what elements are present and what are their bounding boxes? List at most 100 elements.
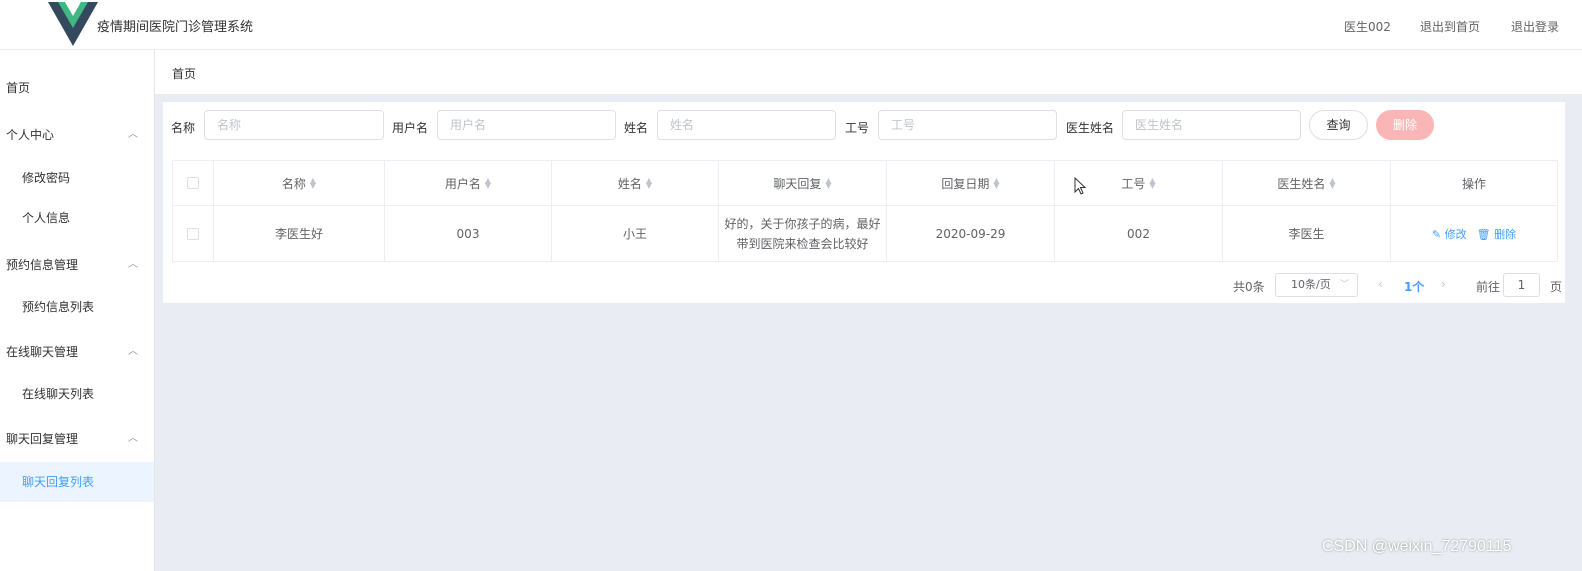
column-header-label: 工号 (1121, 176, 1146, 191)
doctor-name-label: 医生姓名 (1066, 121, 1115, 135)
column-header-username[interactable]: 用户名 ▲ ▼ (385, 161, 552, 205)
reply-text: 好的，关于你孩子的病，最好带到医院来检查会比较好 (724, 216, 881, 251)
cell-username: 003 (385, 206, 552, 261)
name-input[interactable] (204, 110, 384, 140)
table-header-row: 名称 ▲▼ 用户名 ▲▼ 姓名 ▲▼ 聊天回复 ▲▼ 回复日期 ▲▼ (173, 161, 1557, 206)
prev-page-icon[interactable]: ‹ (1378, 277, 1383, 291)
name-label: 名称 (171, 121, 196, 135)
chevron-up-icon: ︿ (128, 129, 138, 140)
doctor-name-input[interactable] (1122, 110, 1301, 140)
sidebar-item-appointment-list[interactable]: 预约信息列表 (0, 287, 154, 327)
username-input[interactable] (437, 110, 616, 140)
sort-caret-icon[interactable]: ▲ ▼ (485, 177, 491, 190)
sidebar-item-label: 预约信息管理 (6, 258, 79, 272)
sidebar-item-appointment-management[interactable]: 预约信息管理 ︿ (0, 245, 154, 285)
cell-actions: ✎ 修改 🗑 删除 (1391, 206, 1557, 261)
column-header-doctor[interactable]: 医生姓名 ▲ ▼ (1223, 161, 1391, 205)
sidebar-item-label: 个人信息 (22, 211, 71, 225)
column-header-label: 操作 (1461, 176, 1486, 191)
row-delete-label: 删除 (1494, 227, 1517, 241)
sidebar-item-label: 预约信息列表 (22, 300, 95, 314)
cell-date: 2020-09-29 (887, 206, 1055, 261)
jobno-input[interactable] (878, 110, 1057, 140)
chevron-up-icon: ︿ (128, 259, 138, 270)
breadcrumb[interactable]: 首页 (172, 65, 196, 82)
sidebar-item-label: 修改密码 (22, 171, 71, 185)
chevron-up-icon: ︿ (128, 346, 138, 357)
column-header-realname[interactable]: 姓名 ▲ ▼ (552, 161, 719, 205)
table-row[interactable]: 李医生好 003 小王 好的，关于你孩子的病，最好带到医院来检查会比较好 202… (173, 206, 1557, 261)
sidebar-item-chat-list[interactable]: 在线聊天列表 (0, 374, 154, 414)
sidebar-item-home[interactable]: 首页 (0, 68, 154, 108)
sidebar-item-label: 首页 (6, 81, 31, 95)
realname-label: 姓名 (624, 121, 649, 135)
goto-label: 前往 (1476, 280, 1501, 294)
column-header-label: 名称 (281, 176, 306, 191)
edit-label: 修改 (1444, 227, 1467, 241)
sidebar-item-label: 聊天回复管理 (6, 432, 79, 446)
select-all-checkbox[interactable] (187, 177, 199, 189)
sort-caret-icon[interactable]: ▲ ▼ (993, 177, 999, 190)
column-header-label: 医生姓名 (1277, 176, 1326, 191)
next-page-icon[interactable]: › (1441, 277, 1446, 291)
watermark: CSDN @weixin_72790115 (1322, 538, 1512, 555)
realname-input[interactable] (657, 110, 836, 140)
jobno-label: 工号 (845, 121, 870, 135)
current-user-link[interactable]: 医生002 (1344, 18, 1391, 35)
current-page[interactable]: 1个 (1404, 278, 1424, 295)
exit-to-home-link[interactable]: 退出到首页 (1420, 18, 1480, 35)
logout-link[interactable]: 退出登录 (1511, 18, 1559, 35)
sidebar-item-label: 聊天回复列表 (22, 475, 95, 489)
query-button[interactable]: 查询 (1309, 110, 1368, 140)
sort-caret-icon[interactable]: ▲ ▼ (646, 177, 652, 190)
sidebar-item-label: 在线聊天列表 (22, 387, 95, 401)
sort-caret-icon[interactable]: ▲ ▼ (1329, 177, 1335, 190)
cell-name: 李医生好 (214, 206, 385, 261)
pagination-total: 共0条 (1233, 280, 1265, 294)
cell-doctor: 李医生 (1223, 206, 1391, 261)
column-header-label: 姓名 (617, 176, 642, 191)
sidebar-item-reply-management[interactable]: 聊天回复管理 ︿ (0, 419, 154, 459)
goto-page-input[interactable] (1503, 273, 1540, 297)
sort-caret-icon[interactable]: ▲ ▼ (825, 177, 831, 190)
column-header-date[interactable]: 回复日期 ▲ ▼ (887, 161, 1055, 205)
column-header-reply[interactable]: 聊天回复 ▲ ▼ (719, 161, 887, 205)
page-size-select[interactable]: 10条/页 ﹀ (1275, 273, 1358, 297)
sidebar-item-change-password[interactable]: 修改密码 (0, 158, 154, 198)
vue-logo-icon (48, 2, 98, 46)
edit-button[interactable]: ✎ 修改 (1432, 226, 1467, 242)
chevron-up-icon: ︿ (128, 433, 138, 444)
trash-icon: 🗑 (1476, 227, 1491, 241)
mouse-pointer-icon (1074, 177, 1086, 195)
column-header-label: 回复日期 (941, 176, 990, 191)
cell-reply: 好的，关于你孩子的病，最好带到医院来检查会比较好 (719, 206, 887, 261)
breadcrumb-bar: 首页 (155, 50, 1582, 94)
sidebar-item-personal-info[interactable]: 个人信息 (0, 198, 154, 238)
sidebar-menu: 首页 个人中心 ︿ 修改密码 个人信息 预约信息管理 ︿ 预约信息列表 在线聊天… (0, 50, 155, 571)
list-panel: 名称 用户名 姓名 工号 医生姓名 查询 删除 名称 ▲▼ 用户名 ▲▼ (163, 102, 1565, 303)
sidebar-item-label: 个人中心 (6, 128, 55, 142)
select-all-cell (173, 161, 214, 205)
reply-table: 名称 ▲▼ 用户名 ▲▼ 姓名 ▲▼ 聊天回复 ▲▼ 回复日期 ▲▼ (172, 160, 1558, 262)
top-header: 疫情期间医院门诊管理系统 医生002 退出到首页 退出登录 (0, 0, 1582, 50)
sort-caret-icon[interactable]: ▲ ▼ (1149, 177, 1155, 190)
cell-jobno: 002 (1055, 206, 1223, 261)
sort-caret-icon[interactable]: ▲ ▼ (310, 177, 316, 190)
sidebar-item-label: 在线聊天管理 (6, 345, 79, 359)
sidebar-item-chat-management[interactable]: 在线聊天管理 ︿ (0, 332, 154, 372)
column-header-actions: 操作 (1391, 161, 1557, 205)
row-delete-button[interactable]: 🗑 删除 (1477, 226, 1516, 242)
column-header-name[interactable]: 名称 ▲ ▼ (214, 161, 385, 205)
row-checkbox[interactable] (187, 227, 199, 240)
edit-icon: ✎ (1431, 227, 1442, 241)
sidebar-item-reply-list[interactable]: 聊天回复列表 (0, 462, 154, 502)
batch-delete-button[interactable]: 删除 (1376, 110, 1434, 140)
sidebar-item-personal-center[interactable]: 个人中心 ︿ (0, 115, 154, 155)
username-label: 用户名 (392, 121, 429, 135)
row-select-cell (173, 206, 214, 261)
main-content: 首页 名称 用户名 姓名 工号 医生姓名 查询 删除 名称 ▲▼ (155, 50, 1582, 571)
app-title: 疫情期间医院门诊管理系统 (97, 20, 254, 35)
column-header-label: 用户名 (444, 176, 481, 191)
cell-realname: 小王 (552, 206, 719, 261)
chevron-down-icon: ﹀ (1339, 280, 1349, 290)
